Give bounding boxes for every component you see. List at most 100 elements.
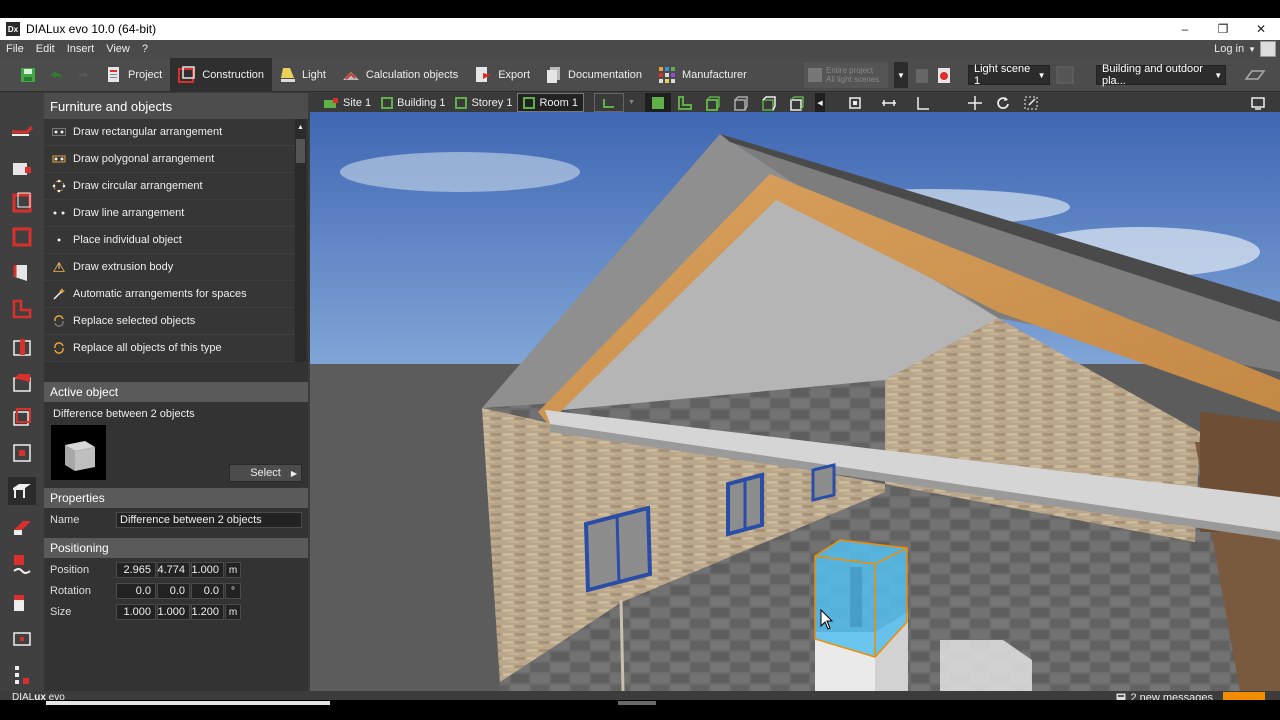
- light-scene-select[interactable]: Light scene 1 ▼: [968, 63, 1050, 87]
- strip-ceiling-button[interactable]: [8, 369, 36, 397]
- strip-wall-button[interactable]: [8, 259, 36, 287]
- zoom-extents-icon[interactable]: [847, 95, 863, 111]
- save-icon[interactable]: [20, 67, 36, 83]
- menu-edit[interactable]: Edit: [30, 43, 61, 55]
- scene-settings-icon[interactable]: [1056, 66, 1074, 84]
- tool-label: Draw line arrangement: [73, 207, 185, 219]
- storey-select-button[interactable]: [593, 93, 624, 112]
- lock-icon[interactable]: [914, 65, 930, 85]
- close-button[interactable]: ✕: [1242, 18, 1280, 40]
- 3d-scene[interactable]: [310, 112, 1280, 691]
- tab-project[interactable]: Project: [98, 58, 170, 92]
- tool-rectangular-arrangement[interactable]: Draw rectangular arrangement: [44, 119, 294, 146]
- wireframe-view-icon[interactable]: [733, 95, 749, 111]
- collapse-left-icon[interactable]: ◀: [814, 93, 825, 112]
- strip-material-button[interactable]: [8, 513, 36, 541]
- breadcrumb-site[interactable]: Site 1: [318, 93, 376, 112]
- position-label: Position: [50, 564, 90, 576]
- strip-room-button[interactable]: [8, 223, 36, 251]
- move-icon[interactable]: [967, 95, 983, 111]
- strip-text-button[interactable]: [8, 551, 36, 579]
- strip-building-button[interactable]: [8, 153, 36, 181]
- transparent-view-icon[interactable]: [761, 95, 777, 111]
- size-unit: m: [225, 604, 241, 620]
- wall-view-icon[interactable]: [677, 95, 693, 111]
- video-buffer: [618, 701, 656, 705]
- tool-replace-all[interactable]: Replace all objects of this type: [44, 335, 294, 362]
- menu-view[interactable]: View: [100, 43, 136, 55]
- entire-project-dropdown[interactable]: ▼: [894, 62, 908, 88]
- strip-storey-button[interactable]: [8, 189, 36, 217]
- strip-door-window-button[interactable]: [8, 439, 36, 467]
- entire-project-button[interactable]: Entire project All light scenes: [804, 62, 888, 88]
- tab-light[interactable]: Light: [272, 58, 334, 92]
- tool-circular-arrangement[interactable]: Draw circular arrangement: [44, 173, 294, 200]
- properties-header: Properties: [44, 488, 308, 508]
- breadcrumb-building-label: Building 1: [397, 96, 446, 109]
- view-solid-button[interactable]: [644, 93, 671, 112]
- partial-view-icon[interactable]: [705, 95, 721, 111]
- minimize-button[interactable]: –: [1166, 18, 1204, 40]
- tool-replace-selected[interactable]: Replace selected objects: [44, 308, 294, 335]
- tab-construction[interactable]: Construction: [170, 57, 273, 92]
- hidden-view-icon[interactable]: [789, 95, 805, 111]
- undo-icon[interactable]: [48, 67, 64, 83]
- avatar[interactable]: [1260, 41, 1276, 57]
- strip-dimension-button[interactable]: [8, 661, 36, 689]
- scroll-thumb[interactable]: [296, 139, 305, 163]
- export-icon: [476, 66, 492, 82]
- position-z-field[interactable]: 1.000: [191, 562, 224, 578]
- chevron-down-icon[interactable]: ▼: [628, 99, 635, 106]
- strip-furniture-button[interactable]: [8, 477, 36, 505]
- tool-polygonal-arrangement[interactable]: Draw polygonal arrangement: [44, 146, 294, 173]
- redo-icon[interactable]: [76, 67, 92, 83]
- strip-cutout-button[interactable]: [8, 333, 36, 361]
- measure-icon[interactable]: [881, 95, 897, 111]
- maximize-button[interactable]: ❐: [1204, 18, 1242, 40]
- name-field[interactable]: Difference between 2 objects: [116, 512, 302, 528]
- login-button[interactable]: Log in ▼: [1214, 41, 1276, 57]
- dimension-icon: [15, 666, 29, 684]
- dimension-tool-icon[interactable]: [915, 95, 931, 111]
- tool-place-individual-object[interactable]: Place individual object: [44, 227, 294, 254]
- menu-help[interactable]: ?: [136, 43, 154, 55]
- tool-line-arrangement[interactable]: Draw line arrangement: [44, 200, 294, 227]
- tab-export[interactable]: Export: [466, 58, 538, 92]
- rotation-x-field[interactable]: 0.0: [116, 583, 156, 599]
- delete-scene-icon[interactable]: [936, 65, 952, 85]
- polygonal-arrangement-icon: [52, 154, 66, 164]
- size-x-field[interactable]: 1.000: [116, 604, 156, 620]
- menu-file[interactable]: File: [0, 43, 30, 55]
- scroll-up-icon[interactable]: ▲: [295, 119, 306, 135]
- strip-symbol-button[interactable]: [8, 625, 36, 653]
- rotate-icon[interactable]: [995, 95, 1011, 111]
- breadcrumb-storey[interactable]: Storey 1: [450, 93, 517, 112]
- tab-calculation-objects[interactable]: Calculation objects: [334, 58, 466, 92]
- rotation-z-field[interactable]: 0.0: [191, 583, 224, 599]
- select-button[interactable]: Select ▶: [229, 464, 302, 482]
- tool-extrusion-body[interactable]: Draw extrusion body: [44, 254, 294, 281]
- strip-section-button[interactable]: [8, 589, 36, 617]
- tool-automatic-arrangements[interactable]: Automatic arrangements for spaces: [44, 281, 294, 308]
- strip-roof-button[interactable]: [8, 403, 36, 431]
- strip-site-button[interactable]: [8, 117, 36, 145]
- size-y-field[interactable]: 1.000: [157, 604, 190, 620]
- tab-documentation-label: Documentation: [568, 68, 643, 81]
- breadcrumb-building[interactable]: Building 1: [376, 93, 450, 112]
- size-z-field[interactable]: 1.200: [191, 604, 224, 620]
- menu-insert[interactable]: Insert: [61, 43, 101, 55]
- 3d-viewport[interactable]: [310, 112, 1280, 691]
- position-y-field[interactable]: 4.774: [157, 562, 190, 578]
- breadcrumb-room[interactable]: Room 1: [517, 93, 584, 112]
- building-mode-select[interactable]: Building and outdoor pla... ▼: [1096, 63, 1226, 87]
- rotation-y-field[interactable]: 0.0: [157, 583, 190, 599]
- scale-icon[interactable]: [1023, 95, 1039, 111]
- view-mode-icon[interactable]: [1244, 67, 1266, 83]
- strip-floor-button[interactable]: [8, 295, 36, 323]
- monitor-icon[interactable]: [1250, 95, 1266, 111]
- tab-documentation[interactable]: Documentation: [538, 58, 650, 92]
- tool-list-scrollbar[interactable]: ▲: [295, 119, 306, 362]
- position-x-field[interactable]: 2.965: [116, 562, 156, 578]
- replace-all-icon: [52, 342, 66, 354]
- tab-manufacturer[interactable]: Manufacturer: [650, 58, 755, 92]
